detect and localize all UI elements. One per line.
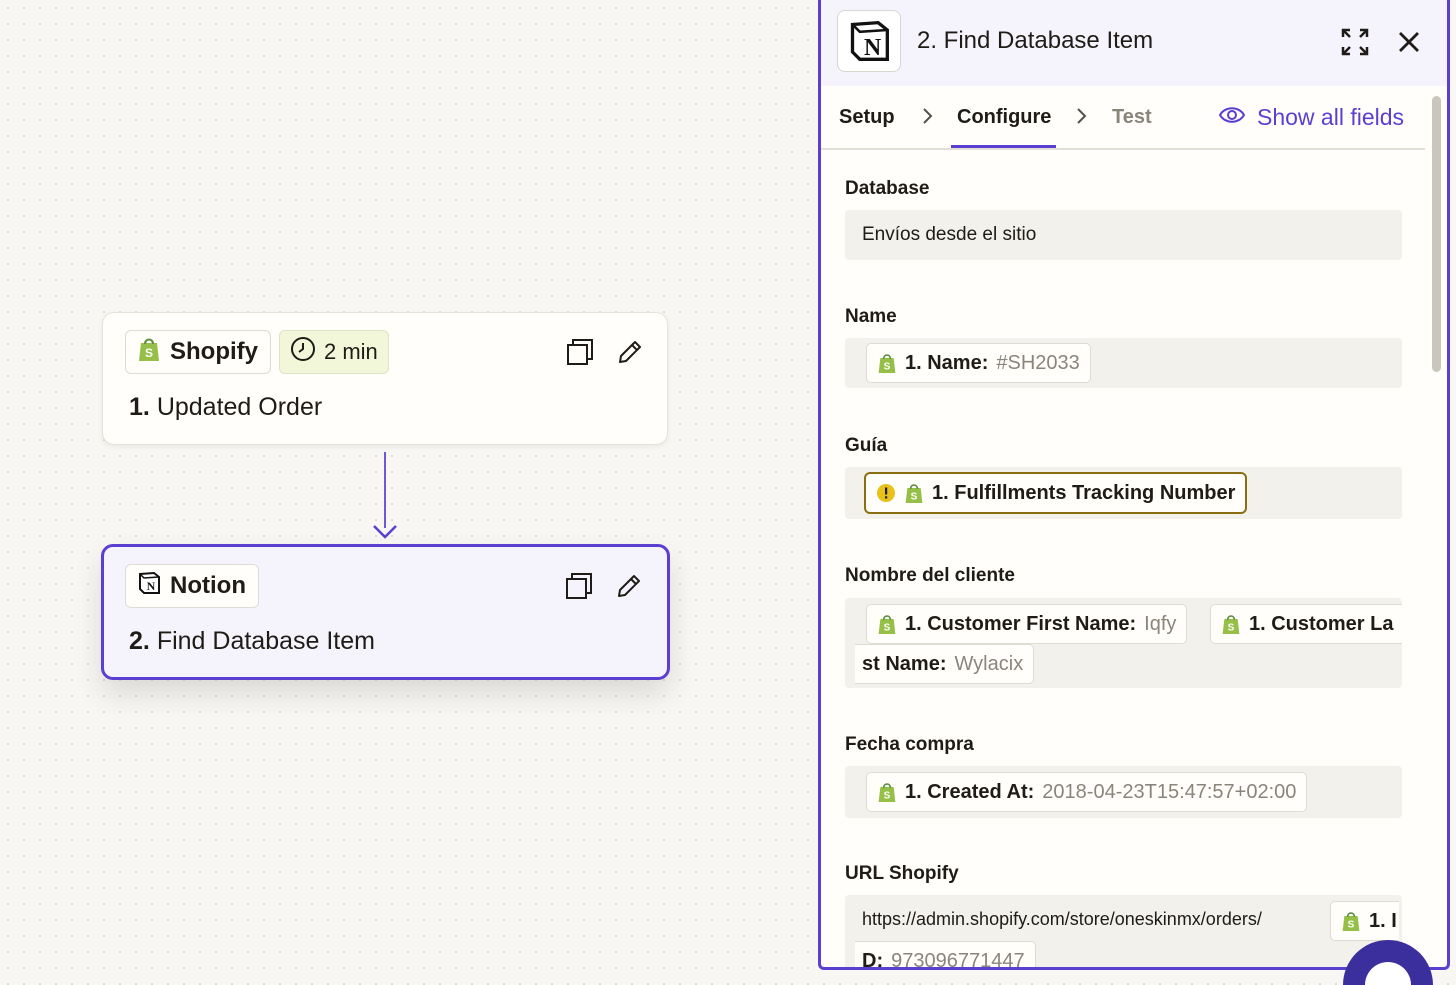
pill-value: Iqfy: [1144, 612, 1177, 635]
warning-icon: [877, 484, 895, 502]
notion-icon: N: [137, 571, 161, 602]
pill-key: 1. Customer La: [1249, 612, 1394, 635]
mapped-value-pill[interactable]: S 1. Customer First Name: Iqfy: [866, 604, 1188, 644]
name-field[interactable]: S 1. Name: #SH2033: [845, 338, 1402, 388]
fecha-compra-field[interactable]: S 1. Created At: 2018-04-23T15:47:57+02:…: [845, 766, 1402, 818]
svg-text:S: S: [1228, 623, 1235, 634]
url-prefix-text: https://admin.shopify.com/store/oneskinm…: [862, 909, 1262, 929]
shopify-bag-icon: S: [878, 783, 896, 802]
field-label-database: Database: [845, 178, 930, 199]
notion-icon: N: [837, 10, 901, 72]
guia-field[interactable]: S 1. Fulfillments Tracking Number: [845, 467, 1402, 519]
app-name: Shopify: [170, 338, 258, 365]
panel-title: 2. Find Database Item: [917, 27, 1154, 54]
field-label-fecha-compra: Fecha compra: [845, 734, 974, 755]
panel-header: N 2. Find Database Item: [821, 0, 1447, 86]
app-chip-notion: N Notion: [125, 564, 259, 608]
pill-key: 1. Fulfillments Tracking Number: [932, 481, 1236, 504]
shopify-bag-icon: S: [878, 615, 896, 634]
url-shopify-field[interactable]: https://admin.shopify.com/store/oneskinm…: [845, 895, 1402, 968]
shopify-bag-icon: S: [905, 484, 923, 503]
svg-text:N: N: [147, 579, 156, 593]
step-title-text: Updated Order: [156, 393, 323, 421]
step-connector-line: [384, 452, 386, 528]
database-value: Envíos desde el sitio: [862, 224, 1037, 245]
panel-form: Database Envíos desde el sitio Name S 1.…: [821, 152, 1425, 968]
pill-key: 1. Customer First Name:: [905, 612, 1137, 635]
nombre-cliente-field[interactable]: S 1. Customer First Name: Iqfy S 1. Cust…: [845, 598, 1402, 688]
mapped-value-pill-continued[interactable]: st Name: Wylacix: [855, 644, 1035, 684]
step-title: 1. Updated Order: [129, 393, 322, 422]
svg-text:S: S: [884, 623, 891, 634]
pill-key: D:: [862, 949, 884, 968]
step-number: 2.: [129, 627, 150, 655]
show-all-fields-label: Show all fields: [1257, 104, 1405, 130]
duplicate-icon[interactable]: [562, 569, 596, 603]
show-all-fields-button[interactable]: Show all fields: [1218, 104, 1405, 131]
svg-text:S: S: [884, 791, 891, 802]
pill-value: Wylacix: [954, 652, 1024, 675]
delay-label: 2 min: [324, 339, 378, 364]
field-label-guia: Guía: [845, 435, 888, 456]
panel-scrollbar-thumb[interactable]: [1432, 96, 1441, 372]
mapped-value-pill-continued[interactable]: D: 973096771447: [855, 941, 1036, 968]
duplicate-icon[interactable]: [563, 335, 597, 369]
mapped-value-pill-wrapped[interactable]: S 1. I: [1330, 901, 1399, 941]
step-title: 2. Find Database Item: [129, 627, 375, 656]
chevron-right-icon: [923, 108, 933, 124]
database-field[interactable]: Envíos desde el sitio: [845, 210, 1402, 260]
edit-pencil-icon[interactable]: [612, 569, 646, 603]
mapped-value-pill[interactable]: S 1. Created At: 2018-04-23T15:47:57+02:…: [866, 772, 1308, 812]
clock-icon: [290, 336, 316, 368]
mapped-value-pill-wrapped[interactable]: S 1. Customer La: [1210, 604, 1402, 644]
step-config-panel: N 2. Find Database Item Setup Configure …: [818, 0, 1450, 970]
app-chip-shopify: S Shopify: [125, 330, 271, 374]
step-tabs: Setup Configure Test Show all fields: [821, 86, 1425, 150]
svg-text:S: S: [884, 362, 891, 373]
active-tab-indicator: [951, 145, 1056, 148]
connector-arrow-icon: [373, 525, 397, 539]
expand-icon[interactable]: [1337, 24, 1373, 60]
pill-value: #SH2033: [996, 351, 1080, 374]
delay-badge: 2 min: [279, 330, 389, 374]
tab-configure[interactable]: Configure: [957, 106, 1051, 129]
eye-icon: [1218, 104, 1246, 131]
tab-setup[interactable]: Setup: [839, 106, 895, 129]
tab-test[interactable]: Test: [1112, 106, 1152, 129]
step-title-text: Find Database Item: [156, 627, 375, 655]
pill-key: st Name:: [862, 652, 947, 675]
pill-key: 1. Name:: [905, 351, 989, 374]
shopify-bag-icon: S: [137, 336, 161, 369]
pill-key: 1. Created At:: [905, 780, 1035, 803]
svg-text:S: S: [145, 346, 153, 360]
svg-text:S: S: [1348, 920, 1355, 931]
svg-text:N: N: [864, 35, 881, 61]
shopify-bag-icon: S: [1222, 615, 1240, 634]
mapped-value-pill[interactable]: S 1. Fulfillments Tracking Number: [864, 472, 1248, 514]
pill-value: 973096771447: [891, 949, 1025, 968]
shopify-bag-icon: S: [878, 354, 896, 373]
step-card-notion[interactable]: N Notion 2. Find Database Item: [101, 544, 670, 680]
mapped-value-pill[interactable]: S 1. Name: #SH2033: [866, 343, 1091, 383]
shopify-bag-icon: S: [1342, 912, 1360, 931]
step-number: 1.: [129, 393, 150, 421]
field-label-nombre-cliente: Nombre del cliente: [845, 565, 1015, 586]
close-icon[interactable]: [1391, 24, 1427, 60]
step-card-shopify[interactable]: S Shopify 2 min 1. Updated Order: [102, 312, 668, 445]
app-name: Notion: [170, 572, 246, 599]
svg-text:S: S: [911, 492, 918, 503]
pill-value: 2018-04-23T15:47:57+02:00: [1042, 780, 1297, 803]
field-label-name: Name: [845, 306, 897, 327]
pill-key: 1. I: [1369, 909, 1397, 932]
edit-pencil-icon[interactable]: [613, 335, 647, 369]
chevron-right-icon: [1077, 108, 1087, 124]
field-label-url-shopify: URL Shopify: [845, 863, 959, 884]
